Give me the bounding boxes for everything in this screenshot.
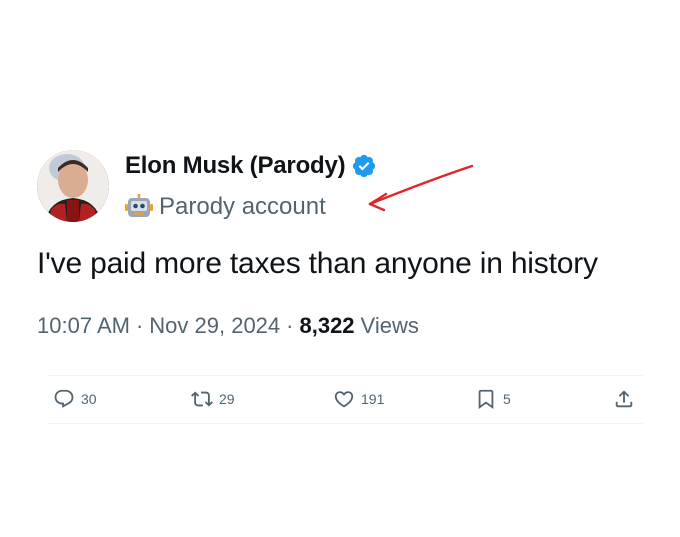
tweet-date[interactable]: Nov 29, 2024 — [149, 313, 280, 339]
retweet-icon — [191, 391, 213, 407]
author-name-row: Elon Musk (Parody) — [125, 152, 377, 180]
author-name[interactable]: Elon Musk (Parody) — [125, 152, 346, 180]
views-label: Views — [360, 313, 419, 338]
tweet-time[interactable]: 10:07 AM — [37, 313, 130, 339]
share-button[interactable] — [613, 388, 641, 410]
bookmark-count: 5 — [503, 391, 511, 407]
divider — [47, 375, 643, 376]
bookmark-icon — [478, 389, 494, 410]
retweet-count: 29 — [219, 391, 235, 407]
tweet-text: I've paid more taxes than anyone in hist… — [37, 247, 598, 280]
separator-dot: · — [286, 313, 294, 338]
tweet-meta: 10:07 AM · Nov 29, 2024 · 8,322 Views — [37, 313, 419, 339]
reply-count: 30 — [81, 391, 97, 407]
reply-button[interactable]: 30 — [53, 388, 97, 410]
share-icon — [615, 390, 633, 408]
red-arrow-annotation — [368, 164, 474, 212]
robot-icon — [125, 193, 153, 220]
heart-icon — [334, 391, 354, 408]
like-count: 191 — [361, 391, 385, 407]
parody-account-label[interactable]: Parody account — [159, 193, 326, 221]
tweet-card: Elon Musk (Parody) Parody account I've p… — [0, 0, 680, 537]
separator-dot: · — [135, 313, 144, 338]
divider — [47, 423, 643, 424]
views-count: 8,322 — [299, 313, 355, 338]
avatar[interactable] — [37, 150, 109, 222]
reply-icon — [54, 389, 74, 408]
action-bar: 30 29 191 5 — [47, 388, 643, 414]
account-type-row: Parody account — [125, 193, 326, 221]
retweet-button[interactable]: 29 — [191, 388, 235, 410]
bookmark-button[interactable]: 5 — [475, 388, 511, 410]
like-button[interactable]: 191 — [333, 388, 384, 410]
